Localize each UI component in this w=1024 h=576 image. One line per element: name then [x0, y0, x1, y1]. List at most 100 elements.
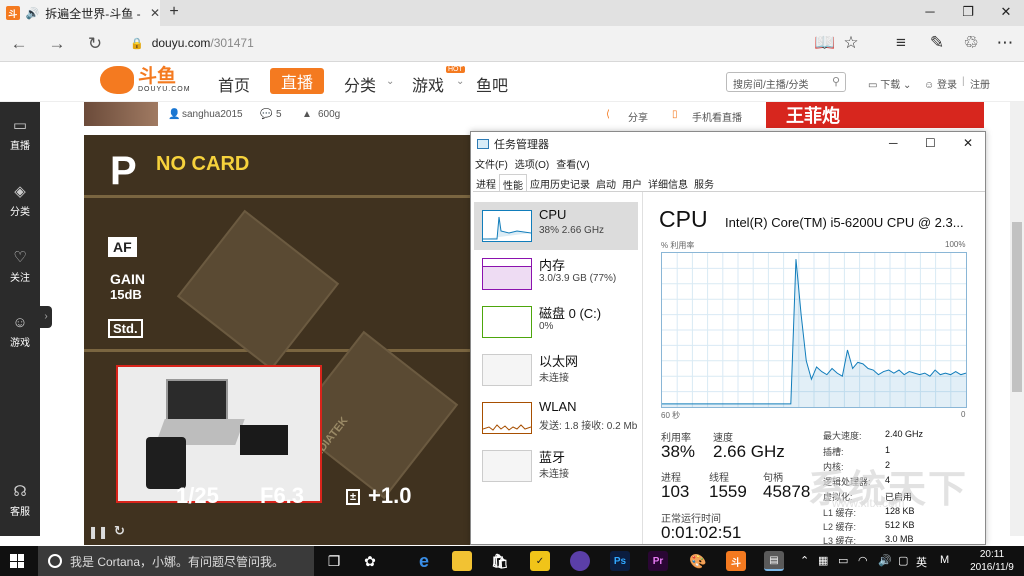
- login-link[interactable]: ☺ 登录: [924, 76, 957, 91]
- tab-processes[interactable]: 进程: [473, 174, 499, 191]
- nav-yuba[interactable]: 鱼吧: [476, 72, 508, 96]
- task-manager-taskbar-icon[interactable]: ▤: [764, 551, 784, 571]
- download-link[interactable]: ▭ 下载 ⌄: [868, 76, 911, 91]
- file-explorer-icon[interactable]: [452, 551, 472, 571]
- notification-icon[interactable]: ▢: [898, 554, 908, 567]
- windows-start-icon[interactable]: [10, 554, 24, 568]
- sidebar-item-category[interactable]: ◈ 分类: [0, 182, 40, 218]
- tab-users[interactable]: 用户: [619, 174, 645, 191]
- sidebar-item-follow[interactable]: ♡ 关注: [0, 248, 40, 284]
- nav-home[interactable]: 首页: [218, 72, 250, 96]
- divider: |: [962, 76, 965, 87]
- ime-mode-indicator[interactable]: M: [940, 554, 949, 566]
- share-icon[interactable]: ⟨: [606, 109, 610, 120]
- resource-memory[interactable]: 内存 3.0/3.9 GB (77%): [474, 250, 638, 298]
- web-note-icon[interactable]: ✎: [926, 33, 948, 53]
- tab-performance[interactable]: 性能: [499, 174, 527, 192]
- maximize-icon[interactable]: ☐: [925, 136, 936, 150]
- close-window-icon[interactable]: ✕: [996, 4, 1016, 20]
- refresh-icon[interactable]: ↻: [84, 34, 106, 54]
- resource-ethernet[interactable]: 以太网 未连接: [474, 346, 638, 394]
- tab-startup[interactable]: 启动: [593, 174, 619, 191]
- more-icon[interactable]: ⋯: [994, 33, 1016, 53]
- close-tab-icon[interactable]: ✕: [150, 6, 160, 20]
- tab-details[interactable]: 详细信息: [645, 174, 691, 191]
- watermark-url: www.xitx.com: [832, 496, 905, 510]
- host-name[interactable]: sanghua2015: [182, 109, 243, 120]
- tab-services[interactable]: 服务: [691, 174, 717, 191]
- premiere-icon[interactable]: Pr: [648, 551, 668, 571]
- menu-view[interactable]: 查看(V): [556, 156, 589, 171]
- mobile-watch-link[interactable]: 手机看直播: [692, 109, 742, 124]
- speaker-icon[interactable]: 🔊: [26, 7, 40, 20]
- ime-indicator[interactable]: 英: [916, 554, 927, 570]
- menu-file[interactable]: 文件(F): [475, 156, 508, 171]
- refresh-icon[interactable]: ↻: [114, 523, 125, 539]
- paint-icon[interactable]: 🎨: [688, 551, 708, 571]
- speaker-icon[interactable]: 🔊: [878, 554, 892, 567]
- menu-options[interactable]: 选项(O): [515, 156, 549, 171]
- nav-live[interactable]: 直播: [270, 68, 324, 94]
- register-link[interactable]: 注册: [970, 76, 990, 91]
- sidebar-expand-icon[interactable]: ›: [40, 306, 52, 328]
- wifi-icon[interactable]: ◠: [858, 554, 868, 567]
- tray-app-icon[interactable]: ▦: [818, 554, 828, 567]
- nav-category[interactable]: 分类: [344, 72, 376, 96]
- edge-icon[interactable]: e: [414, 551, 434, 571]
- host-avatar[interactable]: [84, 102, 158, 126]
- minimize-icon[interactable]: ─: [889, 136, 898, 150]
- resource-disk[interactable]: 磁盘 0 (C:) 0%: [474, 298, 638, 346]
- resource-wlan[interactable]: WLAN 发送: 1.8 接收: 0.2 Mb: [474, 394, 638, 442]
- checkmark-app-icon[interactable]: ✓: [530, 551, 550, 571]
- hub-icon[interactable]: ≡: [890, 33, 912, 53]
- phone-icon[interactable]: ▯: [672, 109, 678, 120]
- share-link[interactable]: 分享: [628, 109, 648, 124]
- task-view-icon[interactable]: ❐: [324, 551, 344, 571]
- forward-arrow-icon[interactable]: →: [46, 34, 68, 54]
- spec-value: 512 KB: [885, 520, 915, 530]
- favorite-star-icon[interactable]: ☆: [840, 33, 862, 53]
- video-player[interactable]: MEDIATEK P NO CARD AF GAIN 15dB Std. 1/2…: [84, 135, 470, 545]
- address-bar[interactable]: 🔒 douyu.com/301471: [130, 36, 254, 50]
- tab-app-history[interactable]: 应用历史记录: [527, 174, 593, 191]
- resource-cpu[interactable]: CPU 38% 2.66 GHz: [474, 202, 638, 250]
- spec-label: L3 缓存:: [823, 536, 857, 545]
- resource-bluetooth[interactable]: 蓝牙 未连接: [474, 442, 638, 490]
- chevron-up-icon[interactable]: ⌃: [800, 554, 809, 567]
- photoshop-icon[interactable]: Ps: [610, 551, 630, 571]
- new-tab-icon[interactable]: +: [164, 3, 184, 21]
- chevron-down-icon[interactable]: ⌄: [386, 76, 394, 87]
- memory-thumbnail: [482, 258, 532, 290]
- sidebar-item-support[interactable]: ☊ 客服: [0, 482, 40, 518]
- reading-view-icon[interactable]: 📖: [814, 33, 836, 53]
- mode-indicator: P: [110, 149, 137, 193]
- pinwheel-app-icon[interactable]: ✿: [360, 551, 380, 571]
- sidebar-item-live[interactable]: ▭ 直播: [0, 116, 40, 152]
- scrollbar-thumb[interactable]: [1012, 222, 1022, 392]
- store-icon[interactable]: 🛍: [490, 551, 510, 571]
- chevron-down-icon[interactable]: ⌄: [456, 76, 464, 87]
- ad-banner[interactable]: 王菲炮: [766, 102, 984, 128]
- globe-app-icon[interactable]: [570, 551, 590, 571]
- minimize-icon[interactable]: ─: [920, 4, 940, 19]
- site-search-input[interactable]: 搜房间/主播/分类 ⚲: [726, 72, 846, 92]
- cortana-search[interactable]: 我是 Cortana，小娜。有问题尽管问我。: [38, 546, 314, 576]
- url-text[interactable]: douyu.com/301471: [152, 36, 254, 50]
- douyu-app-icon[interactable]: 斗: [726, 551, 746, 571]
- page-scrollbar[interactable]: [1010, 102, 1024, 536]
- battery-icon[interactable]: ▭: [838, 554, 848, 567]
- sidebar-item-games[interactable]: ☺ 游戏: [0, 314, 40, 349]
- system-clock[interactable]: 20:11 2016/11/9: [966, 548, 1018, 574]
- back-arrow-icon[interactable]: ←: [8, 34, 30, 54]
- browser-tab[interactable]: 斗 🔊 拆遍全世界-斗鱼 - 斗 ✕: [0, 0, 160, 26]
- search-icon[interactable]: ⚲: [832, 75, 840, 88]
- close-icon[interactable]: ✕: [963, 136, 973, 150]
- douyu-logo[interactable]: 斗鱼 DOUYU.COM: [100, 66, 191, 94]
- share-icon[interactable]: ♲: [960, 33, 982, 53]
- pause-icon[interactable]: ❚❚: [88, 525, 108, 539]
- tm-titlebar[interactable]: 任务管理器: [471, 132, 985, 156]
- x-axis-right: 0: [961, 410, 966, 419]
- restore-icon[interactable]: ❐: [958, 4, 978, 20]
- util-value: 38%: [661, 442, 696, 461]
- nav-games[interactable]: 游戏: [412, 72, 444, 96]
